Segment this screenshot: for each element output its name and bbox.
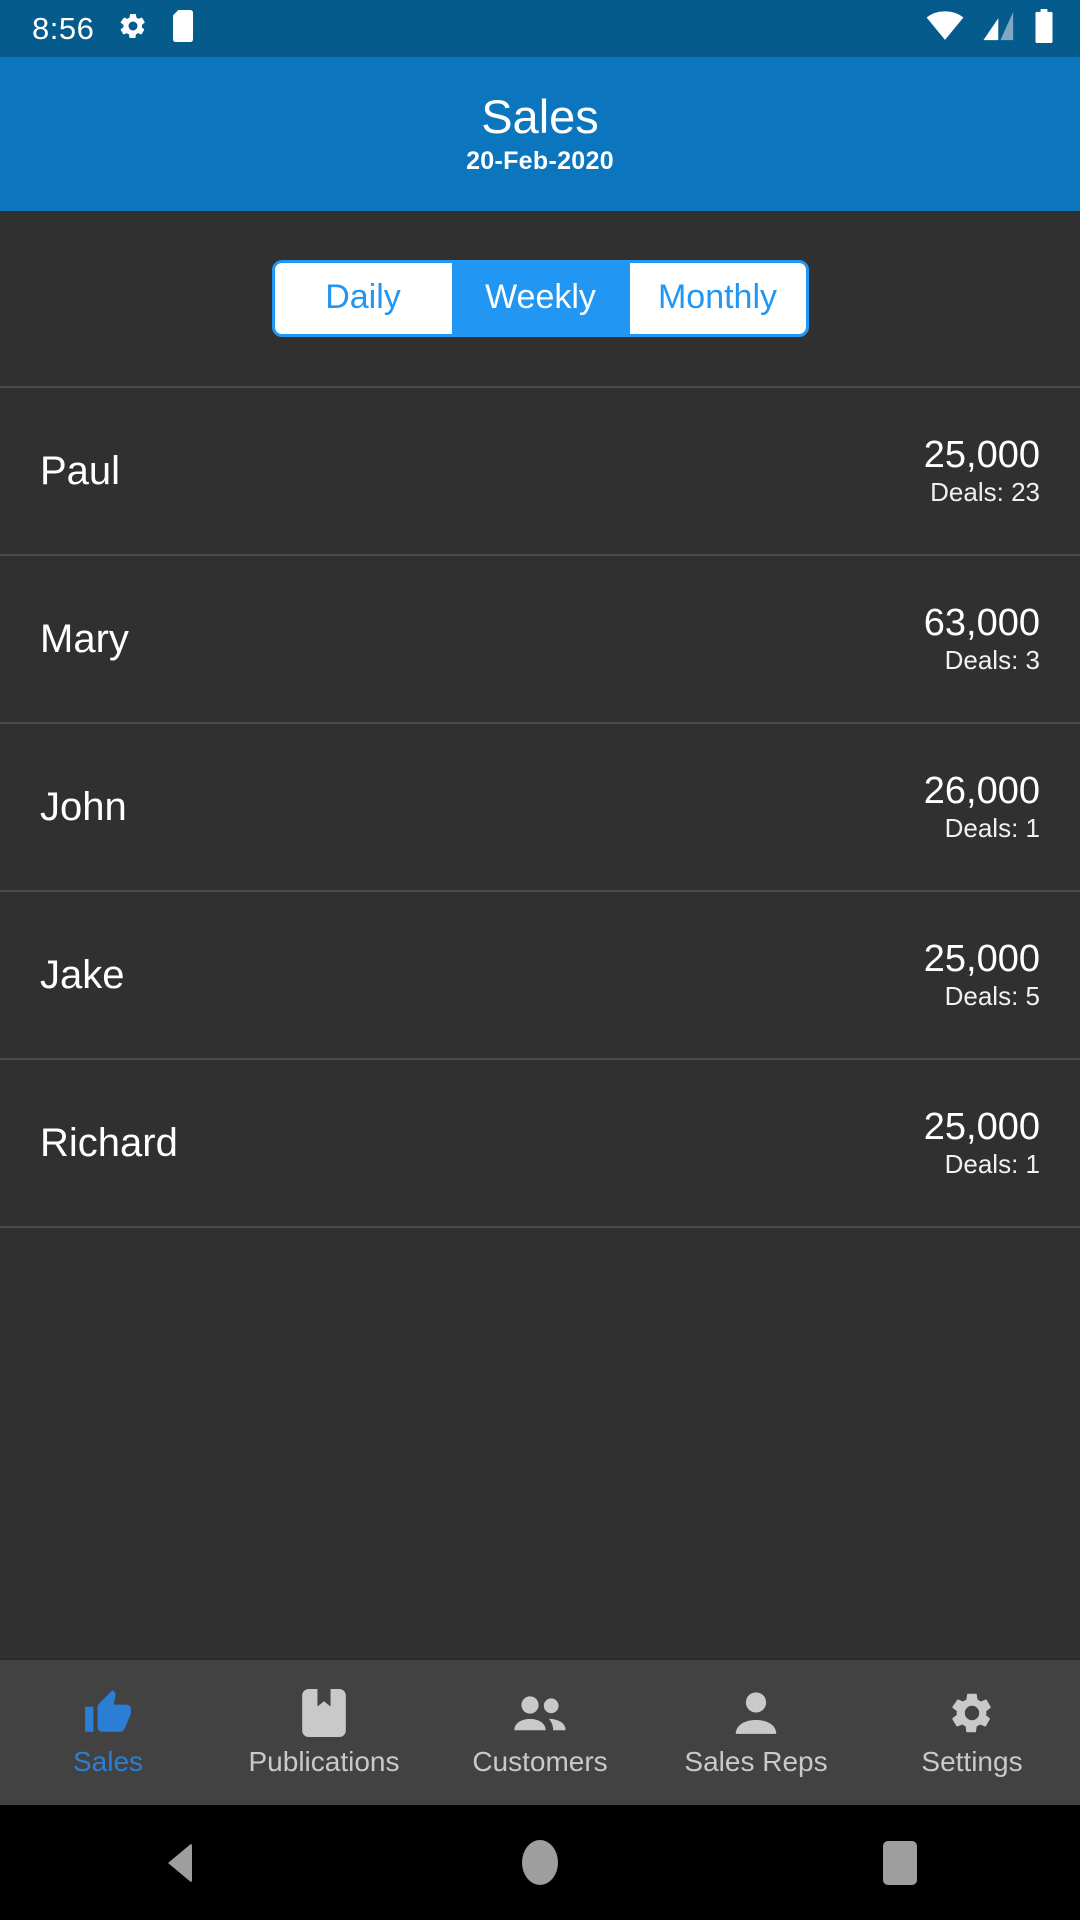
row-deals: Deals: 1 bbox=[944, 813, 1040, 844]
row-metrics: 25,000 Deals: 5 bbox=[924, 938, 1040, 1012]
nav-label: Settings bbox=[921, 1746, 1023, 1778]
sales-list: Paul 25,000 Deals: 23 Mary 63,000 Deals:… bbox=[0, 388, 1080, 1658]
nav-item-sales[interactable]: Sales bbox=[0, 1660, 216, 1805]
segment-monthly[interactable]: Monthly bbox=[628, 263, 806, 334]
recents-button[interactable] bbox=[720, 1840, 1080, 1885]
bottom-navigation: Sales Publications Customers Sales Reps bbox=[0, 1658, 1080, 1805]
gear-icon bbox=[948, 1687, 996, 1739]
nav-item-settings[interactable]: Settings bbox=[864, 1660, 1080, 1805]
segment-daily[interactable]: Daily bbox=[274, 263, 452, 334]
row-amount: 25,000 bbox=[923, 433, 1040, 476]
row-metrics: 26,000 Deals: 1 bbox=[924, 770, 1040, 844]
wifi-icon bbox=[926, 11, 964, 46]
person-icon bbox=[734, 1687, 778, 1739]
row-deals: Deals: 3 bbox=[944, 645, 1040, 676]
status-bar: 8:56 bbox=[0, 0, 1080, 57]
gear-icon bbox=[118, 11, 148, 46]
nav-item-publications[interactable]: Publications bbox=[216, 1660, 432, 1805]
triangle-back-icon bbox=[168, 1842, 192, 1883]
row-amount: 26,000 bbox=[923, 769, 1040, 812]
bookmark-icon bbox=[301, 1687, 347, 1739]
row-name: Paul bbox=[40, 449, 121, 493]
people-icon bbox=[514, 1687, 566, 1739]
nav-label: Customers bbox=[472, 1746, 608, 1778]
nav-label: Publications bbox=[248, 1746, 400, 1778]
table-row[interactable]: Jake 25,000 Deals: 5 bbox=[0, 892, 1080, 1060]
table-row[interactable]: John 26,000 Deals: 1 bbox=[0, 724, 1080, 892]
row-name: Richard bbox=[40, 1121, 178, 1165]
app-root: 8:56 Sales 20-Feb-2020 Daily Weekly Mont… bbox=[0, 0, 1080, 1920]
row-name: Mary bbox=[40, 617, 129, 661]
period-filter-area: Daily Weekly Monthly bbox=[0, 211, 1080, 388]
page-title: Sales bbox=[481, 89, 599, 143]
nav-label: Sales bbox=[72, 1746, 144, 1778]
table-row[interactable]: Mary 63,000 Deals: 3 bbox=[0, 556, 1080, 724]
row-metrics: 25,000 Deals: 1 bbox=[924, 1106, 1040, 1180]
app-bar: Sales 20-Feb-2020 bbox=[0, 57, 1080, 211]
row-name: Jake bbox=[40, 953, 125, 997]
status-bar-right bbox=[926, 9, 1054, 48]
row-deals: Deals: 23 bbox=[930, 477, 1040, 508]
row-metrics: 25,000 Deals: 23 bbox=[924, 434, 1040, 508]
row-amount: 63,000 bbox=[923, 601, 1040, 644]
battery-icon bbox=[1034, 9, 1054, 48]
nav-item-customers[interactable]: Customers bbox=[432, 1660, 648, 1805]
row-amount: 25,000 bbox=[923, 1105, 1040, 1148]
cellular-signal-icon bbox=[982, 11, 1016, 46]
status-bar-clock: 8:56 bbox=[32, 11, 95, 46]
circle-home-icon bbox=[522, 1840, 558, 1885]
table-row[interactable]: Richard 25,000 Deals: 1 bbox=[0, 1060, 1080, 1228]
square-recents-icon bbox=[883, 1840, 917, 1885]
system-navigation-bar bbox=[0, 1805, 1080, 1920]
period-segmented-control[interactable]: Daily Weekly Monthly bbox=[271, 260, 809, 337]
segment-weekly[interactable]: Weekly bbox=[451, 263, 629, 334]
status-bar-left: 8:56 bbox=[32, 10, 198, 47]
nav-item-sales-reps[interactable]: Sales Reps bbox=[648, 1660, 864, 1805]
row-metrics: 63,000 Deals: 3 bbox=[924, 602, 1040, 676]
row-name: John bbox=[40, 785, 127, 829]
thumbs-up-icon bbox=[83, 1687, 133, 1739]
row-amount: 25,000 bbox=[923, 937, 1040, 980]
page-date-subtitle: 20-Feb-2020 bbox=[466, 147, 614, 176]
row-deals: Deals: 5 bbox=[944, 981, 1040, 1012]
nav-label: Sales Reps bbox=[684, 1746, 828, 1778]
home-button[interactable] bbox=[360, 1840, 720, 1885]
table-row[interactable]: Paul 25,000 Deals: 23 bbox=[0, 388, 1080, 556]
back-button[interactable] bbox=[0, 1842, 360, 1883]
row-deals: Deals: 1 bbox=[944, 1149, 1040, 1180]
sd-card-icon bbox=[172, 10, 198, 47]
